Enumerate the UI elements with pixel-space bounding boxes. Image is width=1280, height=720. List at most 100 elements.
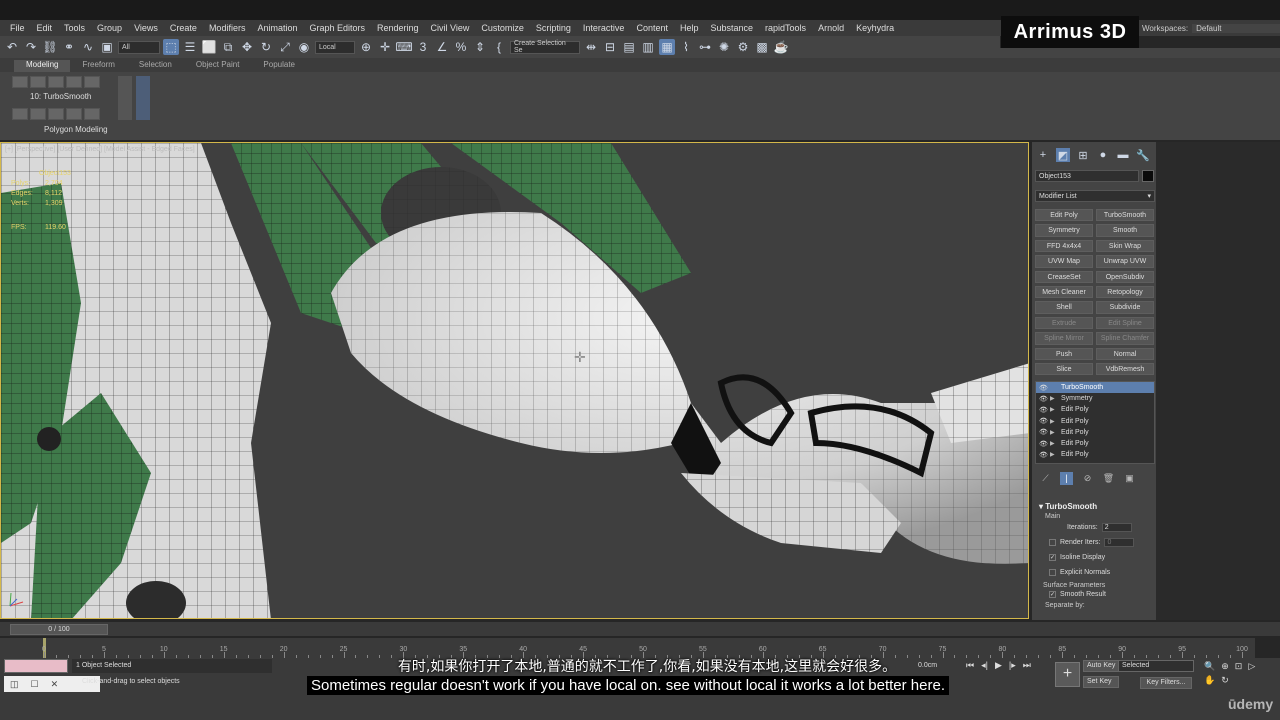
track-bar[interactable]: 0 5 10 15 20 25 30 35 40 45 50 55 60 65 70 75 80 85 90 95 10…	[0, 638, 1255, 658]
viewport-label[interactable]: [+] [Perspective] [User Defined] [Model …	[5, 146, 195, 153]
close-icon[interactable]: ✕	[51, 679, 59, 690]
spinner-snap-icon[interactable]: ⇕	[472, 39, 488, 55]
stack-item[interactable]: 👁 ▶ Edit Poly	[1036, 404, 1154, 415]
menu-item-substance[interactable]: Substance	[705, 23, 760, 33]
zoom-icon[interactable]: 🔍	[1204, 661, 1215, 672]
menu-item-group[interactable]: Group	[91, 23, 128, 33]
modify-tab-icon[interactable]: ◩	[1056, 148, 1070, 162]
modifier-button-ffd-4x4x4[interactable]: FFD 4x4x4	[1035, 239, 1093, 253]
menu-item-keyhydra[interactable]: Keyhydra	[850, 23, 900, 33]
menu-item-file[interactable]: File	[4, 23, 31, 33]
scene-explorer-icon[interactable]: ▤	[621, 39, 637, 55]
play-icon[interactable]: ▶	[995, 660, 1002, 671]
key-mode-dropdown[interactable]: Selected	[1118, 660, 1194, 672]
modifier-button-edit-spline[interactable]: Edit Spline	[1096, 316, 1154, 330]
zoom-all-icon[interactable]: ⊕	[1221, 661, 1229, 672]
modifier-button-skin-wrap[interactable]: Skin Wrap	[1096, 239, 1154, 253]
unlink-icon[interactable]: ⚭	[61, 39, 77, 55]
iterations-spinner[interactable]: 2	[1101, 523, 1132, 532]
stack-item[interactable]: 👁 ▶ Edit Poly	[1036, 438, 1154, 449]
stack-item[interactable]: 👁 ▶ Symmetry	[1036, 393, 1154, 404]
mirror-icon[interactable]: ⇹	[583, 39, 599, 55]
stack-item[interactable]: 👁 TurboSmooth	[1036, 382, 1154, 394]
modifier-button-mesh-cleaner[interactable]: Mesh Cleaner	[1035, 285, 1093, 299]
explicit-normals-checkbox[interactable]	[1049, 569, 1056, 576]
menu-item-views[interactable]: Views	[128, 23, 164, 33]
modifier-button-slice[interactable]: Slice	[1035, 362, 1093, 376]
menu-item-graph-editors[interactable]: Graph Editors	[303, 23, 371, 33]
material-editor-icon[interactable]: ✺	[716, 39, 732, 55]
element-mode-icon[interactable]	[84, 76, 100, 88]
menu-item-create[interactable]: Create	[164, 23, 203, 33]
edge-mode-icon[interactable]	[30, 76, 46, 88]
modifier-button-turbosmooth[interactable]: TurboSmooth	[1096, 209, 1154, 222]
perspective-viewport[interactable]: [+] [Perspective] [User Defined] [Model …	[0, 142, 1029, 619]
menu-item-rendering[interactable]: Rendering	[371, 23, 425, 33]
selection-filter-dropdown[interactable]: All	[118, 40, 160, 54]
keyboard-shortcut-icon[interactable]: ⌨	[395, 39, 412, 55]
menu-item-edit[interactable]: Edit	[31, 23, 59, 33]
render-iters-spinner[interactable]: 0	[1104, 538, 1135, 547]
render-teapot-icon[interactable]: ☕	[773, 39, 789, 55]
modifier-stack[interactable]: 👁 TurboSmooth 👁 ▶ Symmetry 👁 ▶ Edit Poly 👁 ▶ Edit …	[1035, 381, 1155, 464]
select-manipulate-icon[interactable]: ✛	[377, 39, 393, 55]
remove-modifier-icon[interactable]: 🗑	[1102, 472, 1115, 485]
menu-item-arnold[interactable]: Arnold	[812, 23, 850, 33]
window-crossing-icon[interactable]: ⧉	[220, 39, 236, 55]
expand-triangle-icon[interactable]: ▶	[1050, 418, 1058, 425]
configure-sets-icon[interactable]: ▣	[1123, 472, 1136, 485]
align-icon[interactable]: ⊟	[602, 39, 618, 55]
ribbon-expand-tools[interactable]	[136, 76, 150, 120]
expand-triangle-icon[interactable]: ▶	[1050, 395, 1058, 402]
angle-snap-icon[interactable]: ∠	[434, 39, 450, 55]
menu-item-customize[interactable]: Customize	[475, 23, 530, 33]
orbit-icon[interactable]: ↻	[1221, 675, 1229, 686]
rect-selection-icon[interactable]: ⬜	[201, 39, 217, 55]
modifier-button-symmetry[interactable]: Symmetry	[1035, 224, 1093, 237]
eye-icon[interactable]: 👁	[1039, 440, 1048, 448]
field-of-view-icon[interactable]: ▷	[1248, 661, 1255, 672]
select-by-name-icon[interactable]: ☰	[182, 39, 198, 55]
stack-item[interactable]: 👁 ▶ Edit Poly	[1036, 416, 1154, 427]
bind-spacewarp-icon[interactable]: ∿	[80, 39, 96, 55]
utilities-tab-icon[interactable]: 🔧	[1136, 148, 1150, 162]
named-selection-set-dropdown[interactable]: Create Selection Se	[510, 40, 580, 54]
previous-frame-icon[interactable]: ◂|	[981, 660, 988, 671]
render-frame-icon[interactable]: ▣	[99, 39, 115, 55]
ribbon-toggle-icon[interactable]: ▦	[659, 39, 675, 55]
menu-item-animation[interactable]: Animation	[251, 23, 303, 33]
isoline-checkbox[interactable]: ✓	[1049, 554, 1056, 561]
percent-snap-icon[interactable]: %	[453, 39, 469, 55]
redo-icon[interactable]: ↷	[23, 39, 39, 55]
expand-triangle-icon[interactable]: ▶	[1050, 440, 1058, 447]
border-mode-icon[interactable]	[48, 76, 64, 88]
stack-item[interactable]: 👁 ▶ Edit Poly	[1036, 427, 1154, 438]
time-slider[interactable]: 0 / 100	[10, 624, 108, 635]
menu-item-tools[interactable]: Tools	[58, 23, 91, 33]
show-end-result-icon[interactable]: |	[1060, 471, 1073, 485]
modifier-button-push[interactable]: Push	[1035, 347, 1093, 360]
expand-triangle-icon[interactable]: ▶	[1050, 429, 1058, 436]
modifier-button-extrude[interactable]: Extrude	[1035, 316, 1093, 330]
pin-stack-icon[interactable]: ⟋	[1039, 472, 1052, 485]
script-icon[interactable]: ◫	[10, 679, 19, 690]
set-key-button[interactable]: Set Key	[1083, 676, 1120, 688]
show-end-result-icon[interactable]	[66, 108, 82, 120]
ribbon-panel-label[interactable]: Polygon Modeling	[44, 125, 108, 134]
modifier-button-opensubdiv[interactable]: OpenSubdiv	[1096, 270, 1154, 283]
edit-named-sets-icon[interactable]: {	[491, 39, 507, 55]
make-unique-icon[interactable]: ⊘	[1081, 472, 1094, 485]
workspace-dropdown[interactable]: Default	[1192, 23, 1280, 33]
collapse-stack-icon[interactable]	[48, 108, 64, 120]
zoom-extents-icon[interactable]: ⊡	[1235, 661, 1243, 672]
modifier-button-spline-chamfer[interactable]: Spline Chamfer	[1096, 332, 1154, 345]
create-tab-icon[interactable]: +	[1036, 148, 1050, 162]
modifier-button-unwrap-uvw[interactable]: Unwrap UVW	[1096, 255, 1154, 268]
set-key-icon[interactable]: +	[1055, 662, 1080, 687]
stack-down-icon[interactable]	[30, 108, 46, 120]
ribbon-tab-modeling[interactable]: Modeling	[14, 60, 71, 72]
modifier-button-shell[interactable]: Shell	[1035, 301, 1093, 314]
menu-item-interactive[interactable]: Interactive	[577, 23, 631, 33]
hierarchy-tab-icon[interactable]: ⊞	[1076, 148, 1090, 162]
menu-item-help[interactable]: Help	[674, 23, 705, 33]
